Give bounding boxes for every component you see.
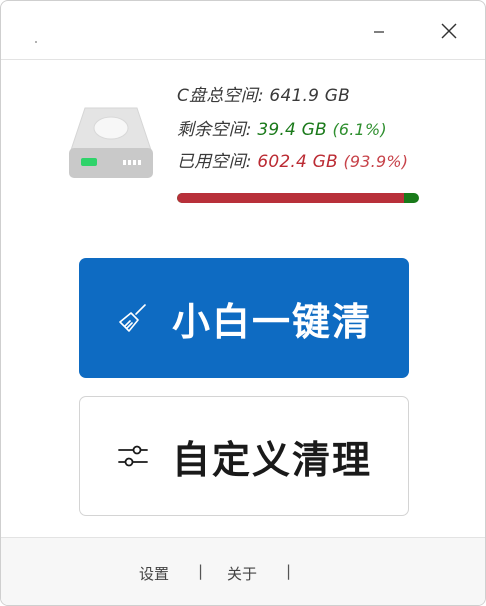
disk-usage-bar [177, 193, 419, 203]
used-space-percent: (93.9%) [343, 152, 409, 171]
used-space-label: 已用空间: [177, 152, 252, 172]
oneclick-clean-button[interactable]: 小白一键清 [79, 258, 409, 378]
sliders-icon [116, 439, 150, 473]
custom-clean-label: 自定义清理 [171, 437, 372, 482]
total-space-row: C盘总空间: 641.9 GB [177, 81, 350, 106]
hard-drive-icon [69, 107, 153, 178]
close-button[interactable] [426, 11, 472, 51]
app-window: C盘总空间: 641.9 GB 剩余空间: 39.4 GB (6.1%) 已用空… [0, 0, 486, 606]
footer-bar: 设置 | 关于 | [1, 537, 485, 605]
footer-separator: | [198, 562, 204, 580]
free-space-percent: (6.1%) [332, 120, 387, 139]
title-bar [1, 1, 485, 60]
about-link[interactable]: 关于 [227, 563, 257, 584]
disk-usage-fill [177, 193, 405, 203]
free-space-row: 剩余空间: 39.4 GB (6.1%) [177, 115, 387, 140]
footer-separator: | [286, 562, 292, 580]
minimize-button[interactable] [356, 11, 402, 51]
oneclick-clean-label: 小白一键清 [171, 299, 372, 344]
total-space-value: 641.9 GB [269, 86, 350, 106]
used-space-value: 602.4 GB [257, 152, 338, 172]
minimize-icon [374, 31, 384, 33]
broom-icon [116, 301, 150, 335]
title-dot [35, 41, 37, 43]
free-space-label: 剩余空间: [177, 120, 252, 140]
total-space-label: C盘总空间: [177, 86, 264, 106]
settings-link[interactable]: 设置 [139, 563, 169, 584]
used-space-row: 已用空间: 602.4 GB (93.9%) [177, 147, 408, 172]
close-icon [441, 23, 457, 39]
free-space-value: 39.4 GB [257, 120, 327, 140]
custom-clean-button[interactable]: 自定义清理 [79, 396, 409, 516]
